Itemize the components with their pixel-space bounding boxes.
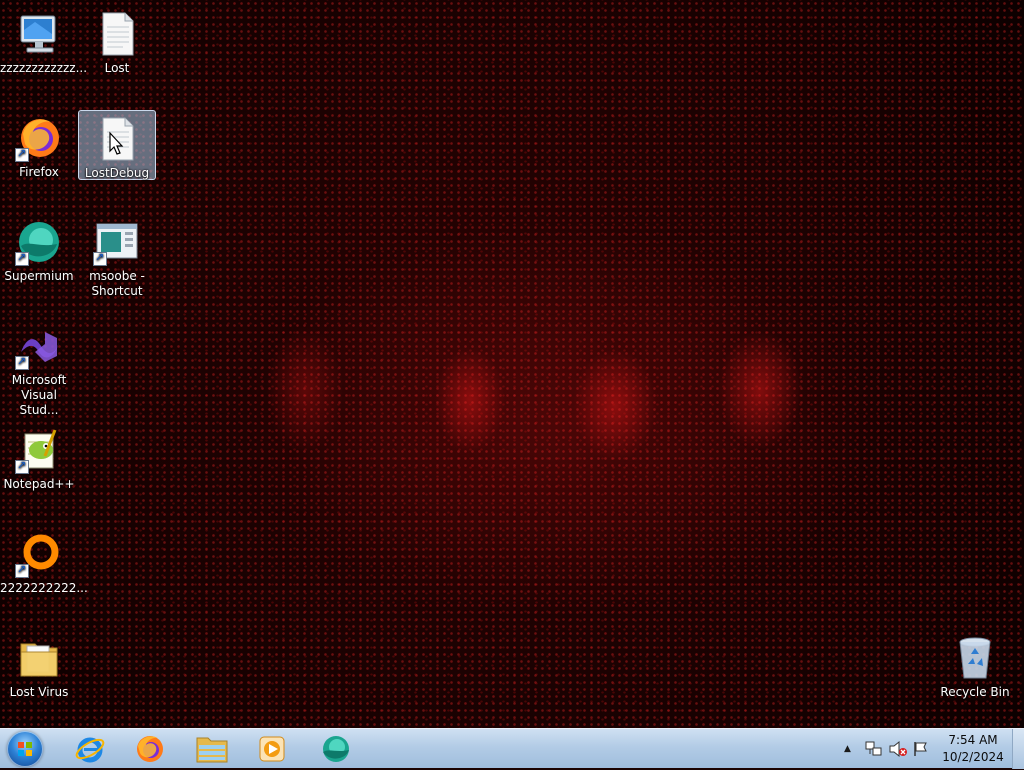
desktop-icon-lost-virus[interactable]: Lost Virus [0,630,78,700]
desktop-icon-supermium[interactable]: Supermium [0,214,78,284]
taskbar-clock[interactable]: 7:54 AM 10/2/2024 [937,732,1009,766]
desktop-icon-label: 2222222222... [0,581,88,595]
desktop-icon-label: Lost Virus [9,685,69,699]
computer-icon [15,10,63,58]
window-app-icon [93,218,141,266]
taskbar-firefox[interactable] [122,731,178,767]
clock-time: 7:54 AM [948,733,998,747]
shortcut-arrow-icon [15,146,29,162]
taskbar: ▲ 7:54 AM 10/2/2024 [0,728,1024,769]
desktop[interactable]: zzzzzzzzzzzz... Lost Firefox [0,0,1024,728]
flag-icon [914,742,927,756]
desktop-icon-label: Supermium [4,269,74,283]
desktop-icon-label: LostDebug [84,166,150,180]
shortcut-arrow-icon [15,250,29,266]
volume-muted-icon [889,740,907,758]
network-icon [865,741,882,756]
firefox-icon [137,736,163,762]
start-button[interactable] [7,731,43,767]
text-file-icon [93,115,141,163]
taskbar-media-player[interactable] [244,731,300,767]
desktop-icon-label: Firefox [19,165,59,179]
shortcut-arrow-icon [15,458,29,474]
desktop-icon-recycle-bin[interactable]: Recycle Bin [936,630,1014,700]
desktop-icon-visual-studio[interactable]: Microsoft Visual Stud... [0,318,78,418]
folder-icon [196,737,228,763]
desktop-icon-notepad-plus-plus[interactable]: Notepad++ [0,422,78,492]
shortcut-arrow-icon [15,354,29,370]
tray-network[interactable] [864,729,884,769]
desktop-icon-label-line1: Microsoft [11,373,67,387]
folder-icon [15,634,63,682]
desktop-icon-lost[interactable]: Lost [78,6,156,76]
supermium-icon [323,736,349,762]
show-desktop-button[interactable] [1012,729,1024,769]
recycle-bin-icon [951,634,999,682]
tray-volume[interactable] [888,729,908,769]
desktop-icon-2222[interactable]: 2222222222... [0,526,88,596]
text-file-icon [93,10,141,58]
taskbar-supermium[interactable] [308,731,364,767]
clock-date: 10/2/2024 [942,750,1004,764]
desktop-icon-label-line2: Visual Stud... [19,388,59,417]
desktop-icon-label-line2: Shortcut [91,284,143,298]
tray-action-center[interactable] [912,729,930,769]
internet-explorer-icon [75,737,105,763]
taskbar-internet-explorer[interactable] [62,731,118,767]
tray-show-hidden-button[interactable]: ▲ [844,729,851,769]
shortcut-arrow-icon [15,562,29,578]
taskbar-file-explorer[interactable] [184,731,240,767]
desktop-icon-zzzz[interactable]: zzzzzzzzzzzz... [0,6,88,76]
desktop-icon-msoobe-shortcut[interactable]: msoobe - Shortcut [78,214,156,299]
desktop-icon-label: Lost [104,61,130,75]
desktop-icon-label: Recycle Bin [940,685,1010,699]
shortcut-arrow-icon [93,250,107,266]
desktop-icon-label: zzzzzzzzzzzz... [0,61,88,75]
desktop-icon-lostdebug[interactable]: LostDebug [78,110,156,180]
supermium-icon [15,218,63,266]
desktop-icon-label: Notepad++ [3,477,75,491]
desktop-icon-firefox[interactable]: Firefox [0,110,78,180]
notepad-plus-plus-icon [15,426,63,474]
chevron-up-icon: ▲ [844,744,851,754]
media-player-icon [259,736,285,762]
orange-ring-icon [15,530,63,578]
windows-logo-icon [18,742,32,756]
visual-studio-icon [15,322,63,370]
desktop-icon-label-line1: msoobe - [89,269,145,283]
firefox-icon [15,114,63,162]
